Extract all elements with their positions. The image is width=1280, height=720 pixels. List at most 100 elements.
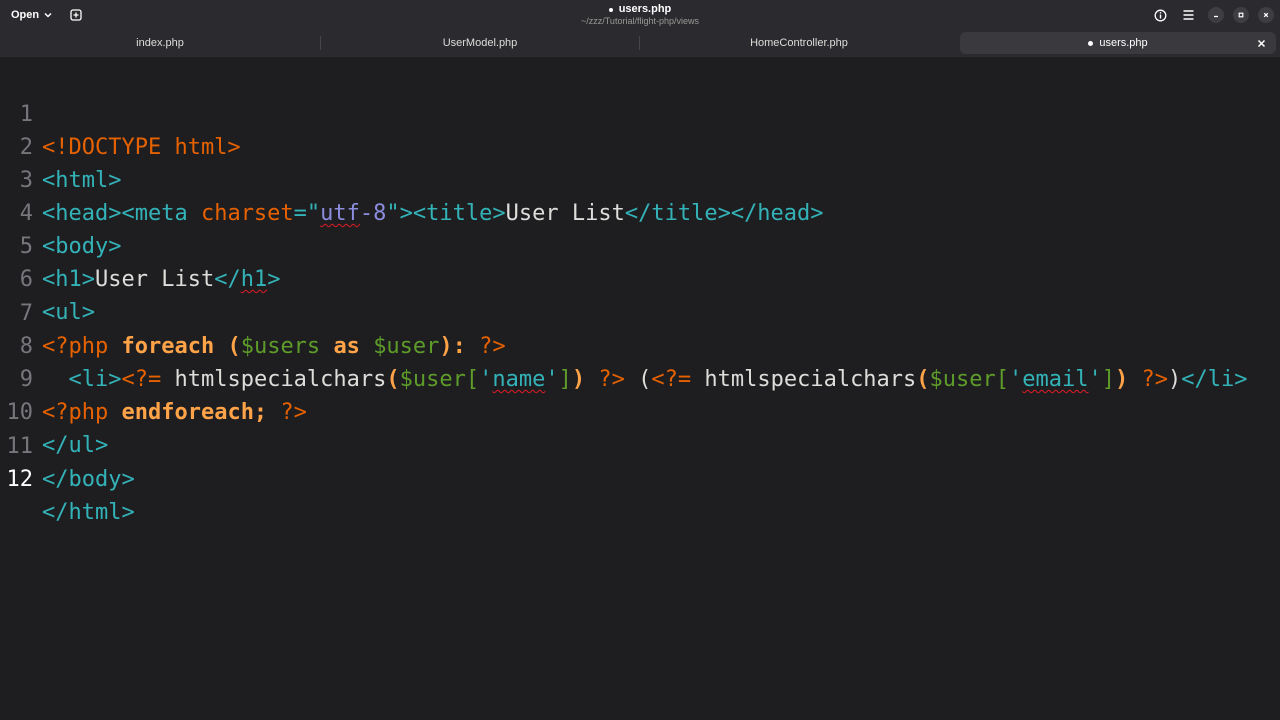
tab-bar: index.php UserModel.php HomeController.p…	[0, 30, 1280, 57]
line-content: <head><meta charset="utf-8"><title>User …	[42, 197, 824, 230]
token: name	[492, 367, 546, 392]
line-content: </html>	[42, 496, 135, 529]
token: utf	[320, 201, 360, 226]
token: </	[214, 267, 241, 292]
token: </title></head>	[624, 201, 824, 226]
token: email	[1022, 367, 1089, 392]
token: [	[995, 367, 1010, 392]
token: ?>	[267, 400, 307, 425]
tab-homecontroller-php[interactable]: HomeController.php	[640, 32, 958, 54]
token: <?=	[121, 367, 162, 392]
token: htmlspecialchars	[161, 367, 387, 392]
token: ><title>	[399, 201, 506, 226]
token: </html>	[42, 500, 135, 525]
code-line: 6 <ul>	[0, 230, 95, 325]
token: ="	[293, 201, 321, 226]
token: >	[267, 267, 281, 292]
main-menu-button[interactable]	[1177, 4, 1199, 26]
token: '	[479, 367, 493, 392]
code-line: 8 <li><?= htmlspecialchars($user['name']…	[0, 297, 1248, 392]
token: (	[386, 367, 400, 392]
code-line: 12 </html>	[0, 430, 135, 525]
tab-label: index.php	[136, 37, 184, 49]
token: '	[1009, 367, 1023, 392]
tab-users-php[interactable]: users.php	[960, 32, 1276, 54]
token: ):	[439, 334, 466, 359]
token: ?>	[585, 367, 625, 392]
token: endforeach;	[121, 400, 268, 425]
code-line: 9 <?php endforeach; ?>	[0, 330, 307, 425]
token: <head><meta	[42, 201, 201, 226]
line-content: <?php foreach ($users as $user): ?>	[42, 330, 506, 363]
token: <?=	[651, 367, 692, 392]
tab-label: UserModel.php	[442, 37, 518, 49]
token: [	[465, 367, 480, 392]
code-line: 7 <?php foreach ($users as $user): ?>	[0, 264, 506, 359]
maximize-button[interactable]	[1233, 7, 1249, 23]
window-title-area: users.php ~/zzz/Tutorial/flight-php/view…	[0, 3, 1280, 27]
token: '	[1088, 367, 1102, 392]
line-content: <html>	[42, 164, 121, 197]
close-window-button[interactable]	[1258, 7, 1274, 23]
line-content: <body>	[42, 230, 121, 263]
window-title: users.php	[0, 3, 1280, 16]
token: )	[1115, 367, 1129, 392]
minimize-button[interactable]	[1208, 7, 1224, 23]
token: <body>	[42, 234, 122, 259]
token: '	[545, 367, 559, 392]
token: $users	[240, 334, 321, 359]
token: <li>	[42, 367, 122, 392]
token: ]	[1101, 367, 1116, 392]
code-editor[interactable]: 1 <!DOCTYPE html> 2 <html> 3 <head><meta…	[0, 57, 1280, 720]
maximize-icon	[1238, 12, 1244, 18]
modified-dot-icon	[1088, 40, 1094, 46]
code-line: 4 <body>	[0, 164, 122, 259]
code-line: 11 </body>	[0, 397, 135, 492]
token: $user	[929, 367, 996, 392]
tab-usermodel-php[interactable]: UserModel.php	[321, 32, 639, 54]
code-line: 2 <html>	[0, 98, 122, 193]
token: htmlspecialchars	[691, 367, 917, 392]
code-line: 5 <h1>User List</h1>	[0, 197, 281, 292]
token: (	[624, 367, 652, 392]
close-icon	[1263, 12, 1269, 18]
token: <?php	[42, 334, 122, 359]
tab-index-php[interactable]: index.php	[0, 32, 320, 54]
window-title-text: users.php	[618, 3, 672, 15]
tab-close-button[interactable]	[1254, 36, 1268, 50]
token: (	[214, 334, 241, 359]
tab-label: users.php	[1099, 37, 1148, 49]
info-icon	[1154, 9, 1166, 21]
token: <!DOCTYPE html>	[42, 135, 241, 160]
document-properties-button[interactable]	[1149, 4, 1171, 26]
token: "	[386, 201, 400, 226]
line-content: <h1>User List</h1>	[42, 263, 280, 296]
token: (	[916, 367, 930, 392]
minimize-icon	[1214, 15, 1218, 18]
line-content: </body>	[42, 463, 135, 496]
token: )	[571, 367, 586, 392]
code-line: 3 <head><meta charset="utf-8"><title>Use…	[0, 131, 824, 226]
line-number-current: 12	[6, 467, 34, 492]
token: foreach	[121, 334, 215, 359]
token: ?>	[1128, 367, 1169, 392]
close-icon	[1257, 39, 1265, 47]
token: $user	[399, 367, 466, 392]
token: </body>	[42, 467, 135, 492]
token: charset	[200, 201, 294, 226]
header-right	[1149, 4, 1274, 26]
hamburger-menu-icon	[1183, 10, 1193, 20]
window-subtitle-path: ~/zzz/Tutorial/flight-php/views	[581, 16, 699, 26]
code-line: 10 </ul>	[0, 363, 109, 458]
line-content: <?php endforeach; ?>	[42, 396, 307, 429]
token: User List	[94, 267, 215, 292]
token: User List	[505, 201, 625, 226]
token: h1	[240, 267, 268, 292]
token: as	[333, 334, 360, 359]
tab-label: HomeController.php	[750, 37, 848, 49]
modified-indicator	[608, 7, 613, 12]
token: <?php	[42, 400, 122, 425]
token: $user	[373, 334, 440, 359]
